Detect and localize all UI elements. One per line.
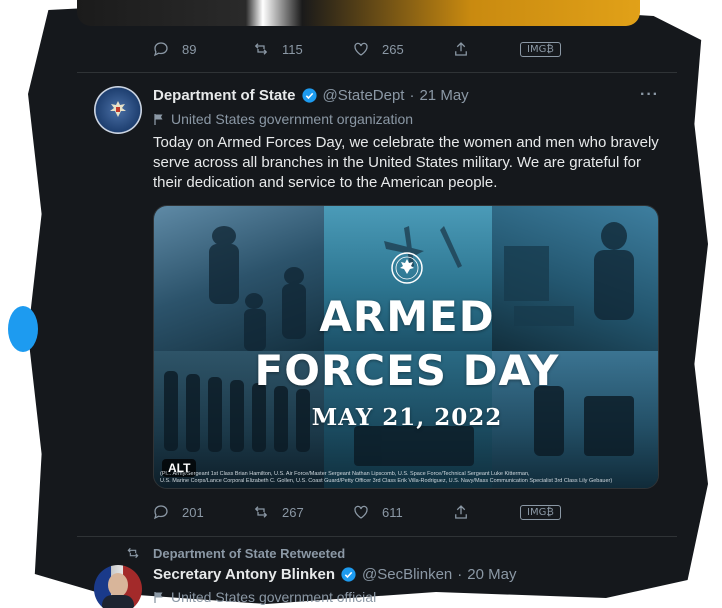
flag-icon — [154, 114, 163, 125]
tweet-image[interactable]: ARMED FORCES DAY MAY 21, 2022 ALT (Pl...… — [153, 205, 659, 489]
headline-forces-day: FORCES DAY — [254, 346, 560, 395]
image-badge[interactable]: IMG₿ — [520, 41, 561, 57]
photo-credits: (Pl... Army/Sergeant 1st Class Brian Ham… — [160, 471, 656, 485]
share-button[interactable] — [452, 40, 520, 58]
retweet-button[interactable]: 267 — [252, 503, 352, 521]
author-name[interactable]: Secretary Antony Blinken — [153, 566, 335, 583]
reply-icon — [153, 42, 168, 57]
like-button[interactable]: 265 — [352, 40, 452, 58]
author-handle[interactable]: @SecBlinken — [362, 566, 452, 583]
reply-icon — [153, 505, 168, 520]
avatar-face — [108, 573, 128, 597]
retweet-button[interactable]: 115 — [252, 40, 352, 58]
separator-dot: · — [409, 87, 415, 104]
image-badge[interactable]: IMG₿ — [520, 504, 561, 520]
state-department-seal-icon — [391, 252, 423, 284]
verified-badge-icon — [301, 88, 317, 103]
headline-armed: ARMED — [319, 292, 495, 341]
more-options-button[interactable]: ··· — [640, 86, 659, 104]
account-label: United States government official — [153, 589, 376, 605]
tweet-divider — [77, 536, 677, 537]
like-count: 265 — [382, 41, 404, 57]
reply-button[interactable]: 89 — [152, 40, 252, 58]
flag-icon — [154, 592, 163, 603]
tweet-date[interactable]: 21 May — [419, 87, 468, 104]
author-name[interactable]: Department of State — [153, 87, 296, 104]
share-button[interactable] — [452, 503, 520, 521]
retweet-icon — [254, 506, 268, 518]
retweet-context-text[interactable]: Department of State Retweeted — [153, 546, 345, 561]
verified-badge-icon — [341, 567, 356, 582]
retweet-context: Department of State Retweeted — [125, 545, 345, 561]
reply-count: 89 — [182, 41, 197, 57]
avatar[interactable] — [94, 565, 142, 608]
tweet-header: Department of State @StateDept · 21 May — [153, 87, 469, 104]
like-button[interactable]: 611 — [352, 503, 452, 521]
share-icon — [455, 505, 467, 519]
photo-credits-line2: U.S. Marine Corps/Lance Corporal Elizabe… — [160, 478, 613, 484]
retweet-icon — [127, 547, 139, 559]
headline-date: MAY 21, 2022 — [311, 404, 503, 431]
tweet-actions: 201 267 611 IMG₿ — [152, 503, 561, 521]
like-count: 611 — [382, 504, 403, 520]
account-label-text[interactable]: United States government organization — [171, 111, 413, 127]
heart-icon — [354, 42, 368, 56]
separator-dot: · — [457, 566, 463, 583]
prev-tweet-actions: 89 115 265 IMG₿ — [152, 40, 561, 58]
author-handle[interactable]: @StateDept — [323, 87, 405, 104]
previous-tweet-media[interactable] — [77, 0, 640, 26]
retweet-count: 267 — [282, 504, 304, 520]
tweet-divider — [77, 72, 677, 73]
eagle-seal-icon — [110, 101, 126, 117]
account-label-text[interactable]: United States government official — [171, 589, 376, 605]
side-scroll-button[interactable] — [8, 306, 38, 352]
retweet-count: 115 — [282, 41, 303, 57]
avatar-suit — [102, 595, 134, 608]
tweet-date[interactable]: 20 May — [467, 566, 516, 583]
reply-button[interactable]: 201 — [152, 503, 252, 521]
tweet-header: Secretary Antony Blinken @SecBlinken · 2… — [153, 566, 516, 583]
account-label: United States government organization — [153, 111, 413, 127]
avatar[interactable] — [94, 86, 142, 134]
photo-credits-line1: (Pl... Army/Sergeant 1st Class Brian Ham… — [160, 471, 530, 477]
tweet-text: Today on Armed Forces Day, we celebrate … — [153, 134, 659, 191]
heart-icon — [354, 505, 368, 519]
share-icon — [455, 42, 467, 56]
retweet-icon — [254, 43, 268, 55]
reply-count: 201 — [182, 504, 204, 520]
